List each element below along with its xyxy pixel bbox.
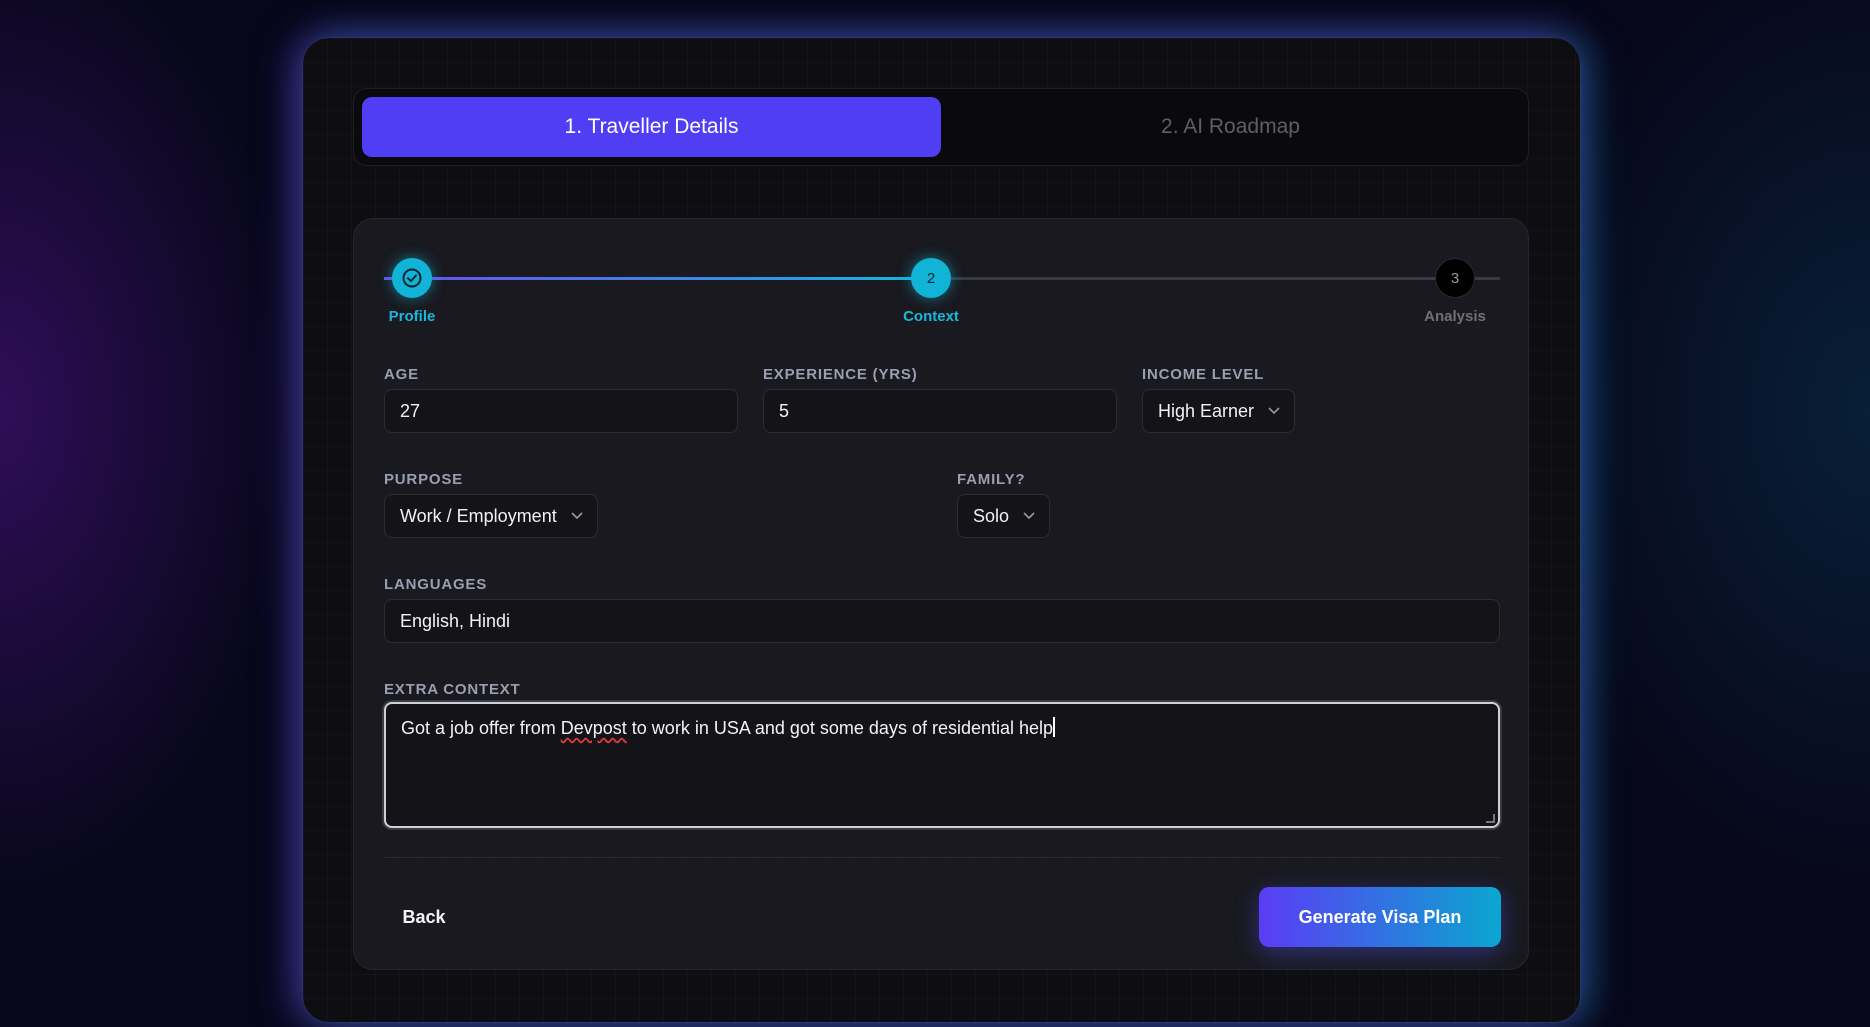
text-caret bbox=[1053, 717, 1056, 737]
extra-context-label: EXTRA CONTEXT bbox=[384, 681, 521, 698]
tab-traveller-details[interactable]: 1. Traveller Details bbox=[362, 97, 941, 157]
age-label: AGE bbox=[384, 366, 419, 383]
generate-visa-plan-button[interactable]: Generate Visa Plan bbox=[1259, 887, 1501, 947]
languages-label: LANGUAGES bbox=[384, 576, 488, 593]
income-select[interactable]: High Earner bbox=[1142, 389, 1296, 433]
extra-context-text-rest: to work in USA and got some days of resi… bbox=[626, 718, 1054, 738]
step-profile[interactable]: Profile bbox=[352, 249, 472, 325]
main-card: 1. Traveller Details 2. AI Roadmap Profi… bbox=[303, 38, 1580, 1022]
step-label: Analysis bbox=[1424, 308, 1486, 325]
step-analysis[interactable]: 3 Analysis bbox=[1395, 249, 1515, 325]
tab-bar: 1. Traveller Details 2. AI Roadmap bbox=[353, 88, 1529, 166]
family-select[interactable]: Solo bbox=[957, 494, 1051, 538]
income-label: INCOME LEVEL bbox=[1142, 366, 1265, 383]
check-circle-icon bbox=[392, 258, 432, 298]
chevron-down-icon bbox=[571, 509, 583, 523]
misspelled-word: Devpost bbox=[560, 718, 627, 738]
chevron-down-icon bbox=[1268, 404, 1280, 418]
age-input[interactable]: 27 bbox=[384, 389, 738, 433]
experience-label: EXPERIENCE (YRS) bbox=[763, 366, 918, 383]
chevron-down-icon bbox=[1023, 509, 1035, 523]
purpose-value: Work / Employment bbox=[400, 505, 557, 526]
divider bbox=[384, 857, 1500, 858]
languages-input[interactable]: English, Hindi bbox=[384, 599, 1500, 643]
step-number: 3 bbox=[1435, 258, 1475, 298]
purpose-select[interactable]: Work / Employment bbox=[384, 494, 598, 538]
tab-ai-roadmap[interactable]: 2. AI Roadmap bbox=[941, 97, 1520, 157]
progress-stepper: Profile 2 Context 3 Analysis bbox=[384, 249, 1500, 329]
extra-context-text: Got a job offer from bbox=[401, 718, 561, 738]
step-label: Profile bbox=[388, 308, 436, 325]
extra-context-textarea[interactable]: Got a job offer from Devpost to work in … bbox=[384, 702, 1500, 828]
back-button[interactable]: Back bbox=[384, 887, 464, 947]
form-panel: Profile 2 Context 3 Analysis AGE 27 EXPE… bbox=[353, 218, 1529, 970]
family-label: FAMILY? bbox=[957, 471, 1026, 488]
experience-input[interactable]: 5 bbox=[763, 389, 1117, 433]
family-value: Solo bbox=[973, 505, 1010, 526]
step-number: 2 bbox=[911, 258, 951, 298]
step-context[interactable]: 2 Context bbox=[871, 249, 991, 325]
resize-handle-icon[interactable] bbox=[1486, 814, 1495, 823]
income-value: High Earner bbox=[1158, 400, 1255, 421]
step-label: Context bbox=[903, 308, 959, 325]
purpose-label: PURPOSE bbox=[384, 471, 463, 488]
